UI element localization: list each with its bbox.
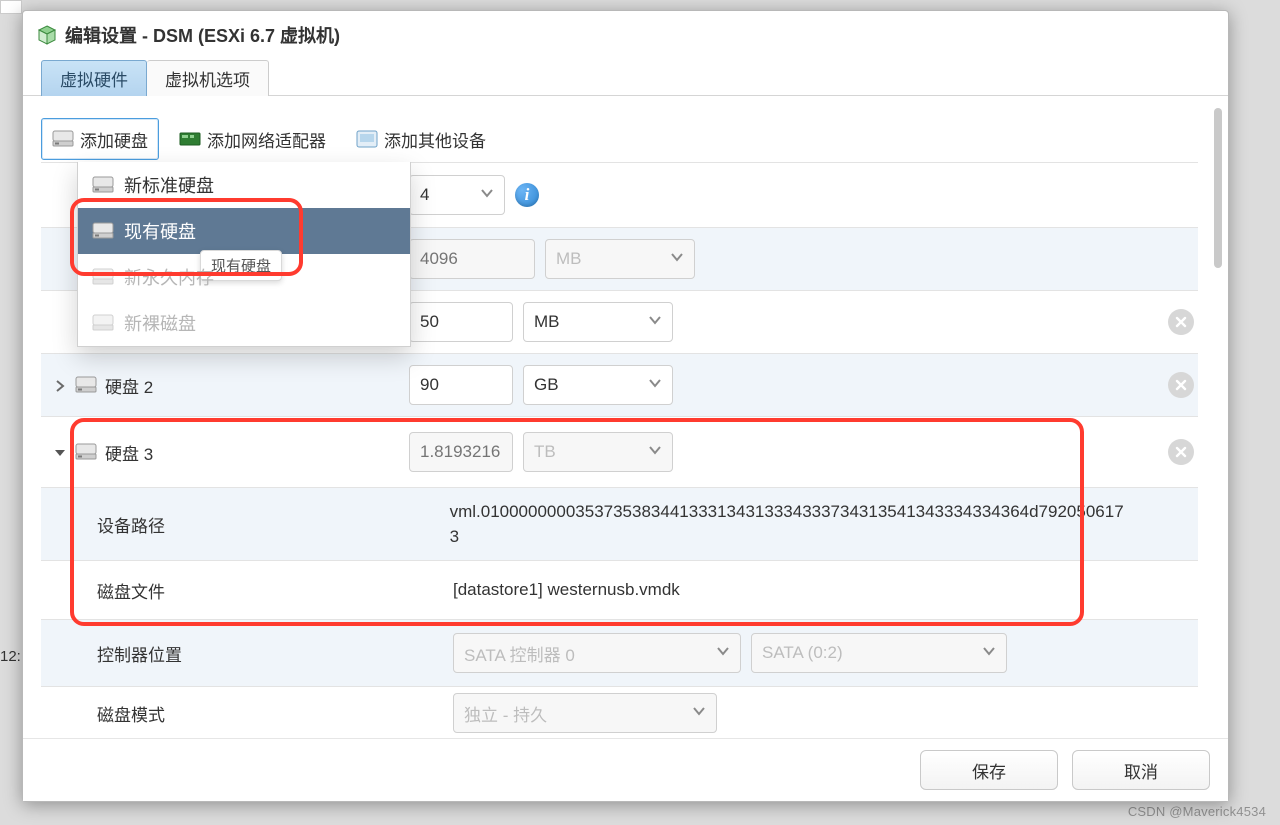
- remove-disk1-button[interactable]: [1168, 309, 1194, 335]
- add-hard-disk-label: 添加硬盘: [80, 127, 148, 152]
- existing-disk-label: 现有硬盘: [124, 218, 196, 244]
- save-button[interactable]: 保存: [920, 750, 1058, 790]
- disk2-row: 硬盘 2 GB: [41, 354, 1198, 417]
- disk-file-label: 磁盘文件: [97, 578, 165, 603]
- disk3-row: 硬盘 3 TB: [41, 417, 1198, 488]
- add-network-adapter-button[interactable]: 添加网络适配器: [169, 118, 336, 160]
- device-path-label: 设备路径: [97, 512, 165, 537]
- chevron-down-icon: [480, 185, 494, 205]
- disk-mode-select[interactable]: 独立 - 持久: [453, 693, 717, 733]
- disk3-unit-value: TB: [534, 442, 556, 462]
- hard-disk-icon: [92, 314, 114, 332]
- new-persistent-memory-item[interactable]: 新永久内存: [78, 254, 410, 300]
- disk-file-value: [datastore1] westernusb.vmdk: [453, 580, 680, 600]
- hard-disk-icon: [75, 376, 97, 394]
- controller-location-label: 控制器位置: [97, 641, 182, 666]
- new-raw-disk-item[interactable]: 新裸磁盘: [78, 300, 410, 346]
- controller-port-select[interactable]: SATA (0:2): [751, 633, 1007, 673]
- disk2-size-input[interactable]: [409, 365, 513, 405]
- disk3-size-input[interactable]: [409, 432, 513, 472]
- disk1-unit-value: MB: [534, 312, 560, 332]
- memory-unit-value: MB: [556, 249, 582, 269]
- hard-disk-icon: [92, 222, 114, 240]
- chevron-down-icon: [692, 703, 706, 723]
- watermark: CSDN @Maverick4534: [1128, 804, 1266, 819]
- controller-port-value: SATA (0:2): [762, 643, 843, 663]
- disk2-unit-value: GB: [534, 375, 559, 395]
- dialog-titlebar: 编辑设置 - DSM (ESXi 6.7 虚拟机): [23, 11, 1228, 59]
- disk1-size-input[interactable]: [409, 302, 513, 342]
- bg-time-label: 12:: [0, 648, 21, 665]
- disk3-unit-select[interactable]: TB: [523, 432, 673, 472]
- new-standard-disk-label: 新标准硬盘: [124, 172, 214, 198]
- hard-disk-icon: [52, 130, 74, 148]
- info-icon[interactable]: i: [515, 183, 539, 207]
- tab-virtual-hardware[interactable]: 虚拟硬件: [41, 60, 147, 96]
- chevron-down-icon: [648, 312, 662, 332]
- existing-disk-item[interactable]: 现有硬盘 现有硬盘: [78, 208, 410, 254]
- cancel-button[interactable]: 取消: [1072, 750, 1210, 790]
- chevron-down-icon: [670, 249, 684, 269]
- expand-disk2-toggle[interactable]: [53, 378, 67, 392]
- disk-mode-label: 磁盘模式: [97, 701, 165, 726]
- scrollbar-thumb[interactable]: [1214, 108, 1222, 268]
- new-raw-disk-label: 新裸磁盘: [124, 310, 196, 336]
- add-disk-dropdown: 新标准硬盘 现有硬盘 现有硬盘 新永久内存 新裸磁盘: [77, 162, 411, 347]
- other-device-icon: [356, 130, 378, 148]
- hard-disk-icon: [92, 176, 114, 194]
- remove-disk3-button[interactable]: [1168, 439, 1194, 465]
- collapse-disk3-toggle[interactable]: [53, 445, 67, 459]
- disk2-unit-select[interactable]: GB: [523, 365, 673, 405]
- add-hard-disk-button[interactable]: 添加硬盘: [41, 118, 159, 160]
- disk-mode-value: 独立 - 持久: [464, 701, 547, 726]
- hardware-toolbar: 添加硬盘 添加网络适配器 添加其他设备: [41, 118, 1198, 160]
- edit-settings-dialog: 编辑设置 - DSM (ESXi 6.7 虚拟机) 虚拟硬件 虚拟机选项 添加硬…: [22, 10, 1229, 802]
- disk-file-row: 磁盘文件 [datastore1] westernusb.vmdk: [41, 561, 1198, 620]
- memory-unit-select[interactable]: MB: [545, 239, 695, 279]
- add-other-device-button[interactable]: 添加其他设备: [346, 118, 496, 160]
- tabs: 虚拟硬件 虚拟机选项: [23, 59, 1228, 96]
- cpu-count-select[interactable]: 4: [409, 175, 505, 215]
- memory-size-input[interactable]: [409, 239, 535, 279]
- vertical-scrollbar[interactable]: [1214, 108, 1222, 726]
- dialog-title: 编辑设置 - DSM (ESXi 6.7 虚拟机): [65, 22, 340, 48]
- device-path-row: 设备路径 vml.0100000000353735383441333134313…: [41, 488, 1198, 561]
- new-persistent-memory-label: 新永久内存: [124, 264, 214, 290]
- disk-mode-row: 磁盘模式 独立 - 持久: [41, 687, 1198, 738]
- hard-disk-icon: [75, 443, 97, 461]
- chevron-down-icon: [648, 442, 662, 462]
- add-other-label: 添加其他设备: [384, 127, 486, 152]
- chevron-down-icon: [982, 643, 996, 663]
- nic-icon: [179, 130, 201, 148]
- add-nic-label: 添加网络适配器: [207, 127, 326, 152]
- remove-disk2-button[interactable]: [1168, 372, 1194, 398]
- tab-vm-options[interactable]: 虚拟机选项: [147, 60, 269, 96]
- device-path-value: vml.010000000035373538344133313431333433…: [450, 499, 1127, 550]
- chevron-down-icon: [716, 643, 730, 663]
- disk1-unit-select[interactable]: MB: [523, 302, 673, 342]
- chevron-down-icon: [648, 375, 662, 395]
- disk2-label: 硬盘 2: [105, 373, 153, 398]
- dialog-footer: 保存 取消: [23, 738, 1228, 801]
- vm-icon: [37, 25, 57, 45]
- controller-select-value: SATA 控制器 0: [464, 641, 575, 666]
- cpu-count-value: 4: [420, 185, 429, 205]
- controller-select[interactable]: SATA 控制器 0: [453, 633, 741, 673]
- hard-disk-icon: [92, 268, 114, 286]
- new-standard-disk-item[interactable]: 新标准硬盘: [78, 162, 410, 208]
- controller-location-row: 控制器位置 SATA 控制器 0 SATA (0:2): [41, 620, 1198, 687]
- disk3-label: 硬盘 3: [105, 440, 153, 465]
